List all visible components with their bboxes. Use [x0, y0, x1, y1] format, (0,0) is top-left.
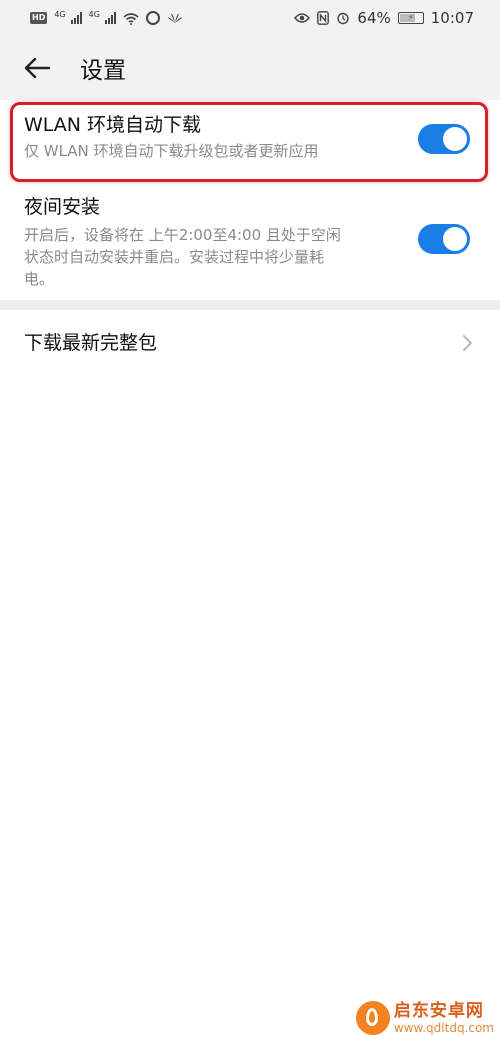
watermark-text: 启东安卓网 www.qdltdq.com: [393, 1000, 494, 1035]
hd-badge: HD: [30, 12, 48, 24]
section-divider: [0, 300, 500, 310]
setting-subtitle: 开启后，设备将在 上午2:00至4:00 且处于空闲 状态时自动安装并重启。安装…: [24, 224, 390, 290]
eye-comfort-icon: [294, 13, 311, 23]
status-bar-left: HD 4G 4G: [30, 9, 183, 25]
signal-icon-2: [104, 12, 116, 24]
chevron-right-icon: [463, 335, 472, 351]
alarm-icon: [337, 12, 350, 25]
download-full-package-row[interactable]: 下载最新完整包: [0, 330, 500, 356]
network-type-1: 4G: [54, 9, 66, 19]
app-bar: 设置: [0, 36, 500, 100]
subtitle-line: 电。: [24, 270, 55, 288]
battery-percent: 64%: [357, 9, 391, 27]
watermark-logo-icon: [355, 1001, 390, 1035]
battery-icon: ⚡: [397, 12, 424, 24]
sync-icon: [145, 11, 160, 25]
back-arrow-icon[interactable]: [22, 53, 52, 83]
huawei-logo-icon: [167, 13, 182, 23]
network-type-2: 4G: [88, 9, 100, 19]
nfc-icon: [317, 11, 330, 25]
setting-title: 夜间安装: [24, 196, 101, 218]
page-title: 设置: [80, 58, 126, 84]
signal-icon: [70, 12, 82, 24]
download-full-package-label: 下载最新完整包: [24, 332, 158, 354]
subtitle-line: 开启后，设备将在 上午2:00至4:00 且处于空闲: [24, 226, 341, 244]
subtitle-line: 状态时自动安装并重启。安装过程中将少量耗: [24, 248, 325, 266]
wlan-auto-download-toggle[interactable]: [418, 124, 470, 154]
watermark: 启东安卓网 www.qdltdq.com: [355, 1000, 494, 1035]
toggle-knob: [443, 227, 467, 251]
watermark-url: www.qdltdq.com: [393, 1020, 494, 1035]
clock: 10:07: [430, 9, 474, 27]
wifi-icon: [123, 12, 139, 25]
night-install-toggle[interactable]: [418, 224, 470, 254]
watermark-name: 启东安卓网: [393, 1000, 484, 1021]
toggle-knob: [443, 127, 467, 151]
status-bar: HD 4G 4G 64% ⚡ 10:07: [0, 0, 500, 36]
status-bar-right: 64% ⚡ 10:07: [294, 9, 474, 27]
